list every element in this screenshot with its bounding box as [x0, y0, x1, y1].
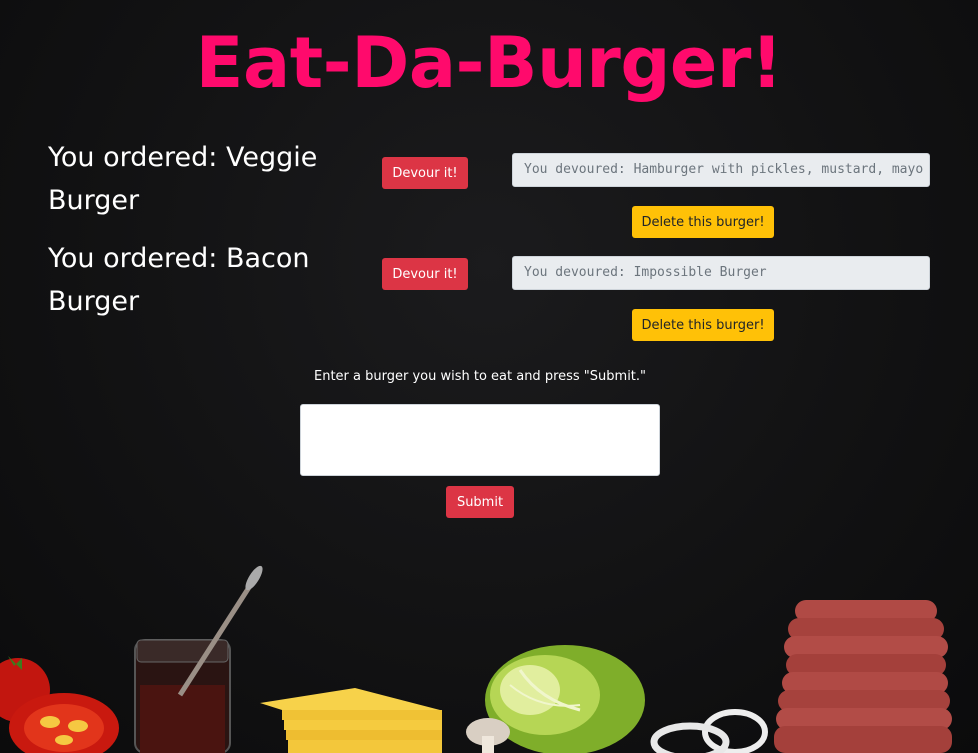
order-item-veggie-burger: You ordered: Veggie Burger [48, 142, 318, 216]
devour-button[interactable]: Devour it! [382, 258, 468, 290]
sauce-jar-image [134, 565, 263, 753]
devoured-burger-field: You devoured: Impossible Burger [512, 256, 930, 290]
delete-burger-button[interactable]: Delete this burger! [632, 309, 774, 341]
onion-image [650, 709, 768, 753]
mushroom-image [466, 718, 510, 753]
burger-ingredients-image [0, 565, 952, 753]
cheese-slices-image [260, 688, 442, 753]
delete-burger-button[interactable]: Delete this burger! [632, 206, 774, 238]
devoured-burger-field: You devoured: Hamburger with pickles, mu… [512, 153, 930, 187]
lettuce-image [485, 645, 645, 753]
submit-button[interactable]: Submit [446, 486, 514, 518]
burger-patties-image [774, 600, 952, 753]
devour-button[interactable]: Devour it! [382, 157, 468, 189]
burger-form-prompt: Enter a burger you wish to eat and press… [313, 369, 647, 384]
page-title: Eat-Da-Burger! [195, 22, 783, 104]
order-item-bacon-burger: You ordered: Bacon Burger [48, 243, 310, 317]
tomato-image [0, 656, 119, 753]
burger-name-input[interactable] [300, 404, 660, 476]
